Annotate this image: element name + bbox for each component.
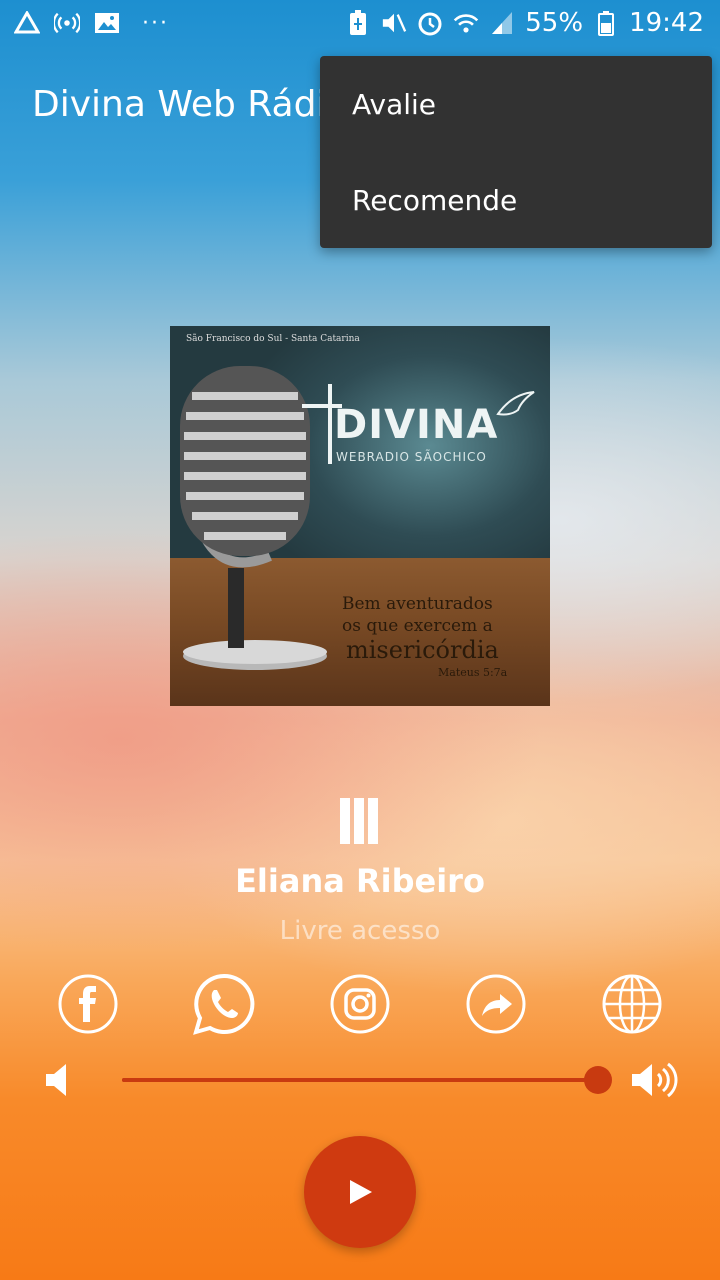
hotspot-icon — [54, 10, 80, 36]
program-subtitle: Livre acesso — [279, 916, 441, 946]
app-title: Divina Web Rádio — [32, 84, 349, 125]
play-icon — [350, 1180, 372, 1204]
cover-verse-line3: misericórdia — [346, 636, 499, 664]
cover-brand-sub: WEBRADIO SÃOCHICO — [336, 450, 487, 464]
share-icon — [466, 974, 526, 1034]
cover-verse-line1: Bem aventurados — [342, 594, 493, 614]
cover-location: São Francisco do Sul - Santa Catarina — [186, 334, 360, 344]
cover-brand: DIVINA — [334, 402, 499, 448]
facebook-icon — [58, 974, 118, 1034]
volume-thumb[interactable] — [584, 1066, 612, 1094]
volume-low-icon[interactable] — [44, 1062, 74, 1098]
overflow-menu: Avalie Recomende — [320, 56, 712, 248]
clock: 19:42 — [629, 8, 704, 38]
whatsapp-button[interactable] — [192, 972, 256, 1036]
more-dots-icon: ··· — [142, 10, 169, 36]
mute-icon — [381, 10, 407, 36]
volume-fill — [122, 1078, 598, 1082]
album-cover: São Francisco do Sul - Santa Catarina DI… — [170, 326, 550, 706]
cover-verse-line2: os que exercem a — [342, 616, 493, 636]
instagram-icon — [330, 974, 390, 1034]
menu-item-recomende[interactable]: Recomende — [352, 184, 517, 217]
play-button[interactable] — [304, 1136, 416, 1248]
instagram-button[interactable] — [328, 972, 392, 1036]
artist-name: Eliana Ribeiro — [235, 862, 485, 900]
signal-icon — [489, 10, 515, 36]
alarm-icon — [417, 10, 443, 36]
image-icon — [94, 10, 120, 36]
volume-high-icon[interactable] — [630, 1060, 678, 1100]
website-button[interactable] — [600, 972, 664, 1036]
battery-icon — [593, 10, 619, 36]
equalizer-icon — [340, 798, 380, 844]
battery-percentage: 55% — [525, 8, 584, 38]
cover-verse-ref: Mateus 5:7a — [438, 666, 508, 679]
drive-icon — [14, 10, 40, 36]
facebook-button[interactable] — [56, 972, 120, 1036]
globe-icon — [602, 974, 662, 1034]
whatsapp-icon — [193, 973, 255, 1035]
status-bar: ··· 55% 19:42 — [0, 0, 720, 48]
wifi-icon — [453, 10, 479, 36]
volume-slider[interactable] — [122, 1066, 612, 1094]
dove-icon — [496, 391, 535, 416]
menu-item-avalie[interactable]: Avalie — [352, 88, 436, 121]
battery-saver-icon — [345, 10, 371, 36]
share-button[interactable] — [464, 972, 528, 1036]
